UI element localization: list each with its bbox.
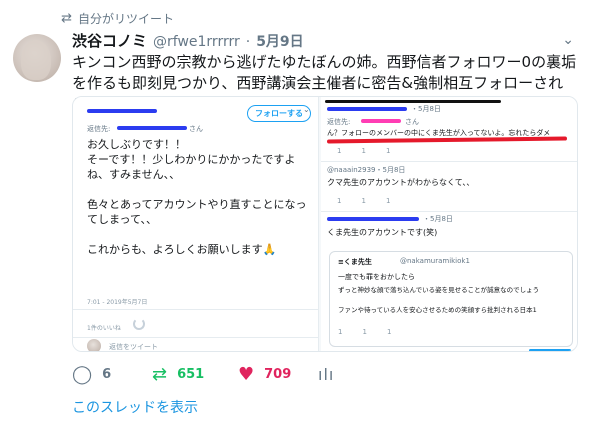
retweet-label: 自分がリツイート bbox=[78, 12, 175, 26]
chevron-down-icon: ⌄ bbox=[303, 105, 310, 114]
heart-icon: ♥ bbox=[238, 364, 255, 385]
redaction-scribble bbox=[325, 100, 501, 103]
tweet-date[interactable]: 5月9日 bbox=[256, 31, 303, 51]
divider bbox=[321, 161, 577, 162]
chevron-down-icon[interactable]: ⌄ bbox=[562, 32, 574, 48]
author-handle[interactable]: @rfwe1rrrrrr bbox=[153, 34, 240, 50]
avatar[interactable] bbox=[13, 34, 61, 82]
timestamp: ・5月8日 bbox=[411, 105, 441, 113]
like-count: 709 bbox=[264, 367, 292, 382]
timestamp: 7:01 - 2019年5月7日 bbox=[87, 299, 148, 306]
quoted-tweet: ≡くま先生 @nakamuramikiok1 一度でも罪をおかしたら ずっと神妙… bbox=[329, 251, 573, 347]
reply-text: くま先生のアカウントです(笑) bbox=[327, 228, 438, 237]
redaction-scribble bbox=[327, 107, 407, 111]
like-count: 1 bbox=[385, 197, 391, 205]
redaction-scribble bbox=[327, 217, 419, 221]
redaction-scribble bbox=[361, 119, 401, 123]
quoted-text: ずっと神妙な顔で落ち込んでいる姿を見せることが誠意なのでしょう bbox=[338, 286, 540, 294]
reply-text: クマ先生のアカウントがわからなくて、、 bbox=[327, 178, 475, 187]
retweet-count: 1 bbox=[361, 147, 366, 155]
image-right-panel: ・5月8日 返信先: さん ん？フォローのメンバーの中にくま先生が入ってないよ。… bbox=[321, 97, 577, 351]
author-handle: @naaain2939・5月8日 bbox=[327, 166, 406, 174]
like-count: 1 bbox=[386, 328, 392, 336]
divider bbox=[73, 337, 319, 338]
quoted-text: 一度でも罪をおかしたら bbox=[338, 273, 415, 281]
loading-icon bbox=[133, 318, 145, 330]
timestamp: ・5月8日 bbox=[423, 215, 453, 223]
like-button[interactable]: ♥ 709 bbox=[238, 364, 318, 385]
reply-icon: ◯ bbox=[72, 364, 93, 385]
scroll-indicator bbox=[529, 349, 571, 351]
show-thread-link[interactable]: このスレッドを表示 bbox=[72, 397, 198, 417]
reply-actions: 1 1 1 bbox=[337, 197, 390, 205]
divider bbox=[321, 211, 577, 212]
reply-count: 1 bbox=[337, 197, 342, 205]
reply-button[interactable]: ◯ 6 bbox=[72, 364, 152, 385]
quoted-author-name: ≡くま先生 bbox=[338, 258, 372, 266]
author-name[interactable]: 渋谷コノミ bbox=[72, 30, 147, 51]
retweet-button[interactable]: ⇄ 651 bbox=[152, 364, 238, 385]
retweet-count: 1 bbox=[361, 197, 366, 205]
image-left-panel: フォローする ⌄ 返信先: さん お久しぶりです！！ そーです！！少しわかりにか… bbox=[73, 97, 319, 351]
like-count: 1 bbox=[385, 147, 391, 155]
quoted-author-handle: @nakamuramikiok1 bbox=[400, 257, 470, 265]
tweet-actions: ◯ 6 ⇄ 651 ♥ 709 ılı bbox=[72, 364, 334, 385]
paragraph: そーです！！少しわかりにかかったですよね、すみません、、 bbox=[87, 153, 296, 181]
likes-count: 1件のいいね bbox=[87, 325, 121, 332]
san-label: さん bbox=[405, 118, 419, 126]
divider bbox=[73, 309, 319, 310]
paragraph: 色々とあってアカウントやり直すことになってしまって、、 bbox=[87, 198, 307, 226]
reply-to-label: 返信先: bbox=[327, 118, 351, 126]
retweet-indicator: ⇄ 自分がリツイート bbox=[52, 10, 174, 27]
reply-placeholder: 返信をツイート bbox=[109, 343, 158, 351]
retweet-count: 1 bbox=[362, 328, 367, 336]
reply-count: 6 bbox=[102, 367, 112, 382]
stats-icon: ılı bbox=[318, 365, 335, 384]
follow-button: フォローする bbox=[247, 105, 311, 122]
quoted-text: ファンや待っている人を安心させるための笑顔すら批判される日本1 bbox=[338, 306, 537, 314]
reply-count: 1 bbox=[337, 147, 342, 155]
retweet-icon: ⇄ bbox=[152, 364, 168, 385]
reply-to-label: 返信先: bbox=[87, 125, 111, 133]
redaction-scribble bbox=[87, 109, 157, 113]
reply-count: 1 bbox=[338, 328, 343, 336]
reply-actions: 1 1 1 bbox=[337, 147, 390, 155]
separator-dot: · bbox=[245, 34, 251, 50]
retweet-icon: ⇄ bbox=[61, 11, 72, 26]
paragraph: お久しぶりです！！ bbox=[87, 138, 186, 151]
reply-actions: 1 1 1 bbox=[338, 328, 391, 336]
avatar bbox=[87, 339, 101, 351]
analytics-button[interactable]: ılı bbox=[318, 365, 334, 384]
tweet-image[interactable]: フォローする ⌄ 返信先: さん お久しぶりです！！ そーです！！少しわかりにか… bbox=[72, 96, 578, 352]
redaction-scribble bbox=[117, 126, 187, 130]
paragraph: これからも、よろしくお願いします🙏 bbox=[87, 243, 277, 256]
retweet-count: 651 bbox=[177, 367, 205, 382]
reply-body: お久しぶりです！！ そーです！！少しわかりにかかったですよね、すみません、、 色… bbox=[87, 137, 313, 272]
san-label: さん bbox=[189, 125, 203, 133]
tweet-header: 渋谷コノミ @rfwe1rrrrrr · 5月9日 bbox=[72, 30, 304, 51]
